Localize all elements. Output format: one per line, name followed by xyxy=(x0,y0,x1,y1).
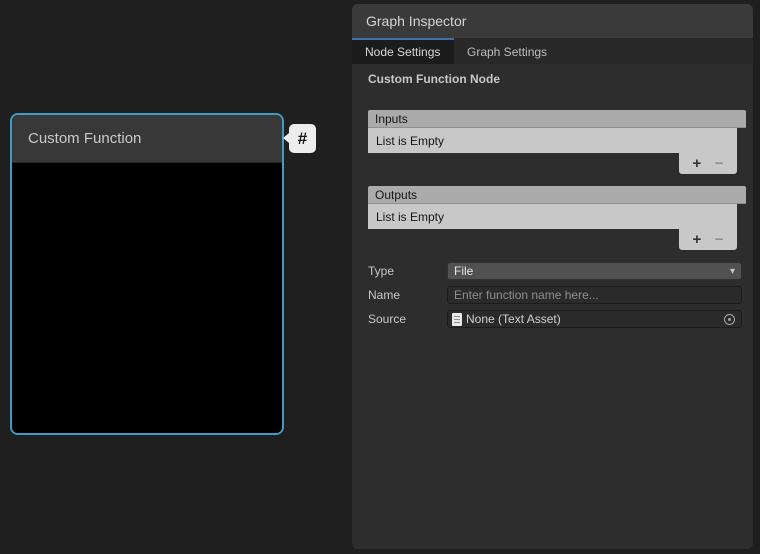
outputs-add-button[interactable]: + xyxy=(692,232,701,247)
node-settings-heading: Custom Function Node xyxy=(368,73,746,86)
node-settings-fields: Type File ▾ Name Source None (Text Asset… xyxy=(368,262,746,328)
type-field-label: Type xyxy=(368,264,447,278)
graph-inspector-panel: Graph Inspector Node Settings Graph Sett… xyxy=(352,4,753,549)
inputs-empty-label: List is Empty xyxy=(376,134,444,148)
node-title-label: Custom Function xyxy=(28,130,141,147)
inputs-list-footer: + − xyxy=(679,153,737,174)
inspector-content: Custom Function Node Inputs List is Empt… xyxy=(352,73,753,328)
inputs-empty-row: List is Empty xyxy=(368,128,737,153)
panel-header: Graph Inspector xyxy=(352,4,753,38)
node-preview-area xyxy=(12,163,282,435)
inspector-tab-bar: Node Settings Graph Settings xyxy=(352,38,753,64)
type-dropdown-value: File xyxy=(454,264,473,278)
chevron-down-icon: ▾ xyxy=(730,266,735,277)
outputs-list-header-label: Outputs xyxy=(375,188,417,202)
outputs-remove-button[interactable]: − xyxy=(715,232,724,247)
inputs-remove-button[interactable]: − xyxy=(715,156,724,171)
outputs-empty-label: List is Empty xyxy=(376,210,444,224)
hash-badge-icon[interactable]: # xyxy=(289,124,316,153)
inputs-list: Inputs List is Empty + − xyxy=(368,110,746,174)
custom-function-node[interactable]: Custom Function xyxy=(10,113,284,435)
panel-title: Graph Inspector xyxy=(366,13,466,29)
shader-graph-workspace: { "node": { "title": "Custom Function", … xyxy=(0,0,760,554)
object-picker-icon[interactable] xyxy=(724,314,735,325)
outputs-list-header: Outputs xyxy=(368,186,746,204)
tab-node-settings-label: Node Settings xyxy=(365,45,440,59)
source-field-label: Source xyxy=(368,312,447,326)
outputs-empty-row: List is Empty xyxy=(368,204,737,229)
tab-node-settings[interactable]: Node Settings xyxy=(352,38,454,64)
inputs-list-header-label: Inputs xyxy=(375,112,408,126)
name-field-label: Name xyxy=(368,288,447,302)
outputs-list: Outputs List is Empty + − xyxy=(368,186,746,250)
source-object-field[interactable]: None (Text Asset) xyxy=(447,310,742,328)
type-dropdown[interactable]: File ▾ xyxy=(447,262,742,280)
tab-graph-settings[interactable]: Graph Settings xyxy=(454,38,560,64)
name-field-row: Name xyxy=(368,286,746,304)
source-object-value: None (Text Asset) xyxy=(466,312,720,326)
tab-graph-settings-label: Graph Settings xyxy=(467,45,547,59)
function-name-input[interactable] xyxy=(447,286,742,304)
node-title-bar[interactable]: Custom Function xyxy=(12,115,282,163)
type-field-row: Type File ▾ xyxy=(368,262,746,280)
hash-badge-glyph: # xyxy=(298,129,307,149)
text-asset-icon xyxy=(452,313,462,326)
source-field-row: Source None (Text Asset) xyxy=(368,310,746,328)
inputs-list-header: Inputs xyxy=(368,110,746,128)
outputs-list-footer: + − xyxy=(679,229,737,250)
inputs-add-button[interactable]: + xyxy=(692,156,701,171)
